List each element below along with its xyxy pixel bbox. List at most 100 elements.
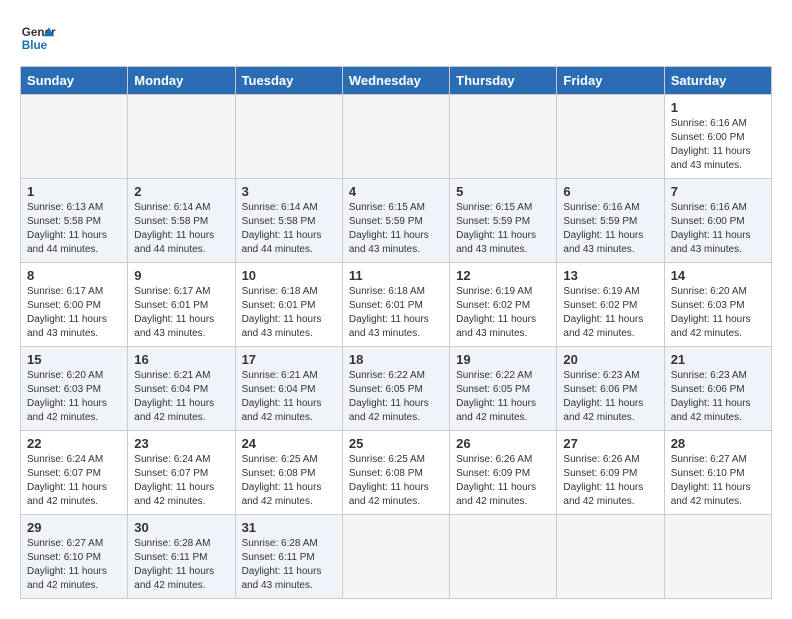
- page-header: General Blue: [20, 20, 772, 56]
- calendar-cell: 31 Sunrise: 6:28 AMSunset: 6:11 PMDaylig…: [235, 515, 342, 599]
- day-info: Sunrise: 6:28 AMSunset: 6:11 PMDaylight:…: [134, 538, 214, 591]
- day-number: 18: [349, 352, 443, 367]
- calendar-cell: 11 Sunrise: 6:18 AMSunset: 6:01 PMDaylig…: [342, 263, 449, 347]
- day-number: 29: [27, 520, 121, 535]
- day-info: Sunrise: 6:16 AMSunset: 6:00 PMDaylight:…: [671, 202, 751, 255]
- day-header-thursday: Thursday: [450, 67, 557, 95]
- calendar-cell: 4 Sunrise: 6:15 AMSunset: 5:59 PMDayligh…: [342, 179, 449, 263]
- calendar-cell: 20 Sunrise: 6:23 AMSunset: 6:06 PMDaylig…: [557, 347, 664, 431]
- day-number: 11: [349, 268, 443, 283]
- day-info: Sunrise: 6:16 AMSunset: 5:59 PMDaylight:…: [563, 202, 643, 255]
- day-header-friday: Friday: [557, 67, 664, 95]
- day-number: 12: [456, 268, 550, 283]
- calendar-cell: 22 Sunrise: 6:24 AMSunset: 6:07 PMDaylig…: [21, 431, 128, 515]
- calendar-cell: [235, 95, 342, 179]
- calendar-week-4: 22 Sunrise: 6:24 AMSunset: 6:07 PMDaylig…: [21, 431, 772, 515]
- calendar-cell: 14 Sunrise: 6:20 AMSunset: 6:03 PMDaylig…: [664, 263, 771, 347]
- day-info: Sunrise: 6:20 AMSunset: 6:03 PMDaylight:…: [671, 286, 751, 339]
- day-info: Sunrise: 6:21 AMSunset: 6:04 PMDaylight:…: [134, 370, 214, 423]
- day-number: 26: [456, 436, 550, 451]
- day-number: 27: [563, 436, 657, 451]
- calendar-cell: 9 Sunrise: 6:17 AMSunset: 6:01 PMDayligh…: [128, 263, 235, 347]
- calendar-cell: 5 Sunrise: 6:15 AMSunset: 5:59 PMDayligh…: [450, 179, 557, 263]
- day-info: Sunrise: 6:15 AMSunset: 5:59 PMDaylight:…: [349, 202, 429, 255]
- day-number: 7: [671, 184, 765, 199]
- calendar-cell: 18 Sunrise: 6:22 AMSunset: 6:05 PMDaylig…: [342, 347, 449, 431]
- day-header-sunday: Sunday: [21, 67, 128, 95]
- calendar-cell: [557, 95, 664, 179]
- calendar-week-3: 15 Sunrise: 6:20 AMSunset: 6:03 PMDaylig…: [21, 347, 772, 431]
- day-number: 20: [563, 352, 657, 367]
- day-info: Sunrise: 6:21 AMSunset: 6:04 PMDaylight:…: [242, 370, 322, 423]
- calendar-week-2: 8 Sunrise: 6:17 AMSunset: 6:00 PMDayligh…: [21, 263, 772, 347]
- day-info: Sunrise: 6:20 AMSunset: 6:03 PMDaylight:…: [27, 370, 107, 423]
- calendar-cell: 2 Sunrise: 6:14 AMSunset: 5:58 PMDayligh…: [128, 179, 235, 263]
- day-number: 5: [456, 184, 550, 199]
- day-info: Sunrise: 6:25 AMSunset: 6:08 PMDaylight:…: [242, 454, 322, 507]
- day-number: 1: [27, 184, 121, 199]
- day-header-tuesday: Tuesday: [235, 67, 342, 95]
- day-number: 24: [242, 436, 336, 451]
- calendar-cell: 16 Sunrise: 6:21 AMSunset: 6:04 PMDaylig…: [128, 347, 235, 431]
- calendar-week-1: 1 Sunrise: 6:13 AMSunset: 5:58 PMDayligh…: [21, 179, 772, 263]
- day-info: Sunrise: 6:18 AMSunset: 6:01 PMDaylight:…: [242, 286, 322, 339]
- day-header-wednesday: Wednesday: [342, 67, 449, 95]
- day-number: 10: [242, 268, 336, 283]
- calendar-cell: [450, 515, 557, 599]
- day-number: 28: [671, 436, 765, 451]
- calendar-cell: 7 Sunrise: 6:16 AMSunset: 6:00 PMDayligh…: [664, 179, 771, 263]
- day-number: 15: [27, 352, 121, 367]
- calendar-cell: [557, 515, 664, 599]
- calendar-table: SundayMondayTuesdayWednesdayThursdayFrid…: [20, 66, 772, 599]
- day-info: Sunrise: 6:23 AMSunset: 6:06 PMDaylight:…: [671, 370, 751, 423]
- calendar-cell: 28 Sunrise: 6:27 AMSunset: 6:10 PMDaylig…: [664, 431, 771, 515]
- day-number: 13: [563, 268, 657, 283]
- day-number: 30: [134, 520, 228, 535]
- calendar-week-5: 29 Sunrise: 6:27 AMSunset: 6:10 PMDaylig…: [21, 515, 772, 599]
- calendar-cell: 21 Sunrise: 6:23 AMSunset: 6:06 PMDaylig…: [664, 347, 771, 431]
- calendar-cell: 26 Sunrise: 6:26 AMSunset: 6:09 PMDaylig…: [450, 431, 557, 515]
- day-info: Sunrise: 6:25 AMSunset: 6:08 PMDaylight:…: [349, 454, 429, 507]
- calendar-cell: 17 Sunrise: 6:21 AMSunset: 6:04 PMDaylig…: [235, 347, 342, 431]
- calendar-cell: [128, 95, 235, 179]
- day-info: Sunrise: 6:24 AMSunset: 6:07 PMDaylight:…: [134, 454, 214, 507]
- day-info: Sunrise: 6:22 AMSunset: 6:05 PMDaylight:…: [456, 370, 536, 423]
- day-number: 23: [134, 436, 228, 451]
- day-number: 21: [671, 352, 765, 367]
- day-info: Sunrise: 6:27 AMSunset: 6:10 PMDaylight:…: [27, 538, 107, 591]
- day-number: 19: [456, 352, 550, 367]
- logo-icon: General Blue: [20, 20, 56, 56]
- calendar-cell: [664, 515, 771, 599]
- logo: General Blue: [20, 20, 56, 56]
- day-info: Sunrise: 6:26 AMSunset: 6:09 PMDaylight:…: [563, 454, 643, 507]
- day-number: 31: [242, 520, 336, 535]
- day-info: Sunrise: 6:23 AMSunset: 6:06 PMDaylight:…: [563, 370, 643, 423]
- calendar-cell: 6 Sunrise: 6:16 AMSunset: 5:59 PMDayligh…: [557, 179, 664, 263]
- calendar-cell: 29 Sunrise: 6:27 AMSunset: 6:10 PMDaylig…: [21, 515, 128, 599]
- day-number: 16: [134, 352, 228, 367]
- calendar-week-0: 1 Sunrise: 6:16 AMSunset: 6:00 PMDayligh…: [21, 95, 772, 179]
- calendar-cell: 15 Sunrise: 6:20 AMSunset: 6:03 PMDaylig…: [21, 347, 128, 431]
- day-info: Sunrise: 6:27 AMSunset: 6:10 PMDaylight:…: [671, 454, 751, 507]
- day-info: Sunrise: 6:24 AMSunset: 6:07 PMDaylight:…: [27, 454, 107, 507]
- calendar-cell: 27 Sunrise: 6:26 AMSunset: 6:09 PMDaylig…: [557, 431, 664, 515]
- calendar-cell: 13 Sunrise: 6:19 AMSunset: 6:02 PMDaylig…: [557, 263, 664, 347]
- day-info: Sunrise: 6:17 AMSunset: 6:01 PMDaylight:…: [134, 286, 214, 339]
- calendar-cell: [342, 95, 449, 179]
- day-number: 25: [349, 436, 443, 451]
- calendar-cell: 8 Sunrise: 6:17 AMSunset: 6:00 PMDayligh…: [21, 263, 128, 347]
- day-number: 17: [242, 352, 336, 367]
- day-number: 3: [242, 184, 336, 199]
- day-info: Sunrise: 6:17 AMSunset: 6:00 PMDaylight:…: [27, 286, 107, 339]
- day-info: Sunrise: 6:22 AMSunset: 6:05 PMDaylight:…: [349, 370, 429, 423]
- day-info: Sunrise: 6:14 AMSunset: 5:58 PMDaylight:…: [134, 202, 214, 255]
- day-info: Sunrise: 6:19 AMSunset: 6:02 PMDaylight:…: [456, 286, 536, 339]
- calendar-cell: 12 Sunrise: 6:19 AMSunset: 6:02 PMDaylig…: [450, 263, 557, 347]
- calendar-cell: [450, 95, 557, 179]
- day-number: 2: [134, 184, 228, 199]
- day-info: Sunrise: 6:16 AMSunset: 6:00 PMDaylight:…: [671, 118, 751, 171]
- calendar-cell: 3 Sunrise: 6:14 AMSunset: 5:58 PMDayligh…: [235, 179, 342, 263]
- day-number: 8: [27, 268, 121, 283]
- day-header-saturday: Saturday: [664, 67, 771, 95]
- day-number: 6: [563, 184, 657, 199]
